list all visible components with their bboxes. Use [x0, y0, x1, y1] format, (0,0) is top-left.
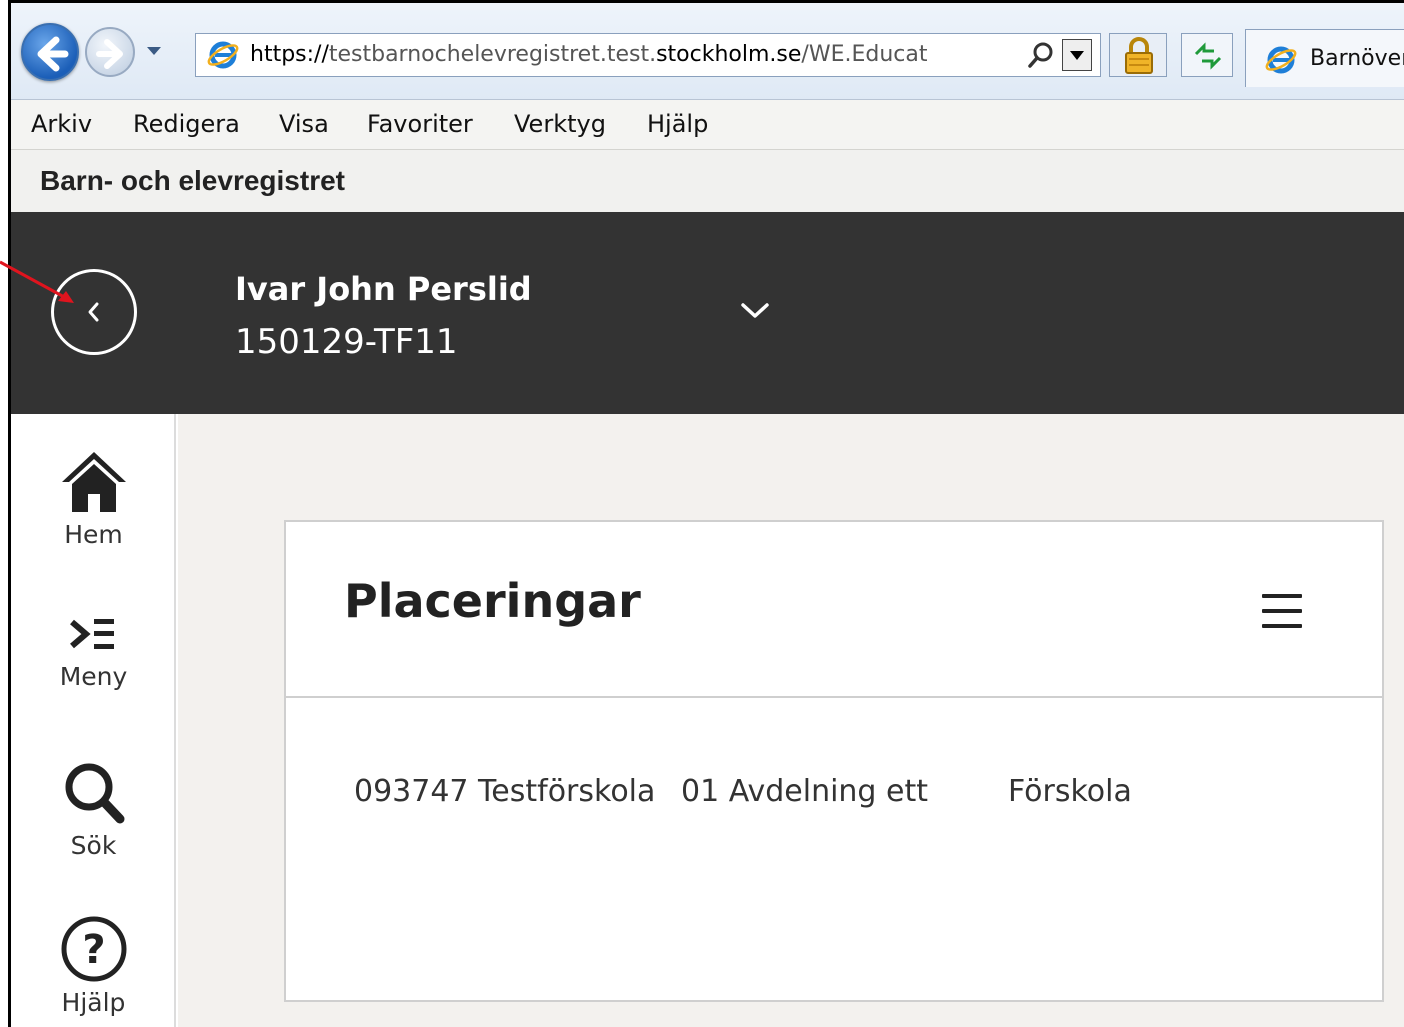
browser-forward-button[interactable] — [85, 27, 135, 77]
annotation-arrow — [0, 260, 74, 303]
sidebar-item-label: Hjälp — [61, 988, 126, 1017]
app-title-bar: Barn- och elevregistret — [11, 150, 1404, 212]
sidebar-item-label: Sök — [70, 831, 117, 860]
tab-title: Barnöver — [1310, 46, 1404, 71]
chevron-down-icon[interactable] — [737, 298, 773, 322]
menu-redigera[interactable]: Redigera — [133, 110, 240, 138]
sidebar-item-hjalp[interactable]: ? Hjälp — [11, 914, 176, 1017]
sidebar-item-meny[interactable]: Meny — [11, 610, 176, 691]
placement-type: Förskola — [1008, 774, 1132, 809]
hamburger-icon[interactable] — [1262, 594, 1302, 630]
browser-tab[interactable]: Barnöver — [1245, 29, 1404, 87]
menu-hjalp[interactable]: Hjälp — [647, 110, 708, 138]
address-input[interactable]: https://testbarnochelevregistret.test.st… — [195, 33, 1101, 77]
menu-bar: Arkiv Redigera Visa Favoriter Verktyg Hj… — [11, 100, 1404, 150]
person-header: Ivar John Perslid 150129-TF11 — [11, 212, 1404, 414]
card-title: Placeringar — [344, 574, 641, 628]
sidebar: Hem Meny Sök ? Hjälp — [11, 414, 176, 1027]
main-content: Placeringar 093747 Testförskola 01 Avdel… — [178, 414, 1404, 1027]
menu-icon — [69, 619, 114, 649]
app-title: Barn- och elevregistret — [40, 165, 345, 196]
person-id: 150129-TF11 — [235, 322, 458, 362]
arrow-left-icon — [37, 36, 69, 72]
menu-verktyg[interactable]: Verktyg — [514, 110, 606, 138]
home-icon — [61, 452, 126, 512]
sidebar-item-label: Hem — [64, 520, 123, 549]
sidebar-item-sok[interactable]: Sök — [11, 757, 176, 860]
menu-arkiv[interactable]: Arkiv — [31, 110, 92, 138]
arrow-right-icon — [96, 39, 123, 69]
search-icon — [65, 763, 124, 824]
browser-window: https://testbarnochelevregistret.test.st… — [8, 0, 1404, 1027]
search-icon[interactable] — [1026, 40, 1056, 70]
security-lock-button[interactable] — [1109, 33, 1167, 77]
card-header: Placeringar — [286, 522, 1382, 698]
refresh-arrows-icon — [1194, 42, 1222, 70]
ie-page-icon — [207, 41, 239, 69]
history-dropdown-icon[interactable] — [147, 47, 161, 55]
sidebar-item-label: Meny — [59, 662, 128, 691]
ie-tab-icon — [1265, 46, 1297, 74]
address-url: https://testbarnochelevregistret.test.st… — [250, 42, 928, 67]
address-dropdown-button[interactable] — [1062, 39, 1092, 71]
refresh-button[interactable] — [1181, 33, 1233, 77]
placements-card: Placeringar 093747 Testförskola 01 Avdel… — [284, 520, 1384, 1002]
browser-back-button[interactable] — [21, 23, 79, 81]
sidebar-item-hem[interactable]: Hem — [11, 446, 176, 549]
placement-unit: 01 Avdelning ett — [681, 774, 928, 809]
address-bar-area: https://testbarnochelevregistret.test.st… — [11, 3, 1404, 100]
menu-visa[interactable]: Visa — [279, 110, 329, 138]
lock-icon — [1125, 37, 1153, 74]
svg-text:?: ? — [82, 927, 105, 973]
person-name: Ivar John Perslid — [235, 270, 532, 308]
menu-favoriter[interactable]: Favoriter — [367, 110, 473, 138]
help-icon: ? — [61, 916, 126, 982]
placement-school: 093747 Testförskola — [354, 774, 656, 809]
